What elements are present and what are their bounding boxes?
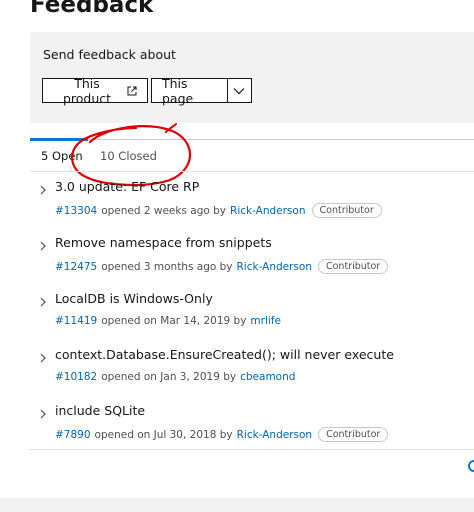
tab-closed[interactable]: 10 Closed xyxy=(100,149,157,163)
issue-title[interactable]: LocalDB is Windows-Only xyxy=(55,291,213,306)
this-product-button[interactable]: This product xyxy=(42,75,148,106)
list-item: 3.0 update: EF Core RP #13304 opened 2 w… xyxy=(30,172,474,228)
feedback-panel: Send feedback about This product This pa… xyxy=(30,32,474,123)
feedback-label: Send feedback about xyxy=(43,47,176,62)
tab-open[interactable]: 5 Open xyxy=(41,149,83,163)
issue-number-link[interactable]: #11419 xyxy=(55,315,97,327)
issue-author-link[interactable]: cbeamond xyxy=(240,371,295,383)
issue-author-link[interactable]: Rick-Anderson xyxy=(237,429,312,441)
issue-opened-text: opened on Jul 30, 2018 by xyxy=(94,428,233,441)
issue-number-link[interactable]: #7890 xyxy=(55,429,91,441)
chevron-right-icon[interactable] xyxy=(39,236,47,255)
issue-meta: #13304 opened 2 weeks ago by Rick-Anders… xyxy=(55,203,382,218)
contributor-badge: Contributor xyxy=(311,203,382,218)
issue-opened-text: opened 2 weeks ago by xyxy=(101,204,227,217)
issue-meta: #11419 opened on Mar 14, 2019 by mrlife xyxy=(55,315,281,327)
issue-number-link[interactable]: #12475 xyxy=(55,261,97,273)
issue-title[interactable]: 3.0 update: EF Core RP xyxy=(55,179,199,194)
issue-opened-text: opened 3 months ago by xyxy=(101,260,233,273)
issue-author-link[interactable]: Rick-Anderson xyxy=(230,205,305,217)
issue-title[interactable]: include SQLite xyxy=(55,403,145,418)
issue-list: 3.0 update: EF Core RP #13304 opened 2 w… xyxy=(30,171,474,450)
issue-title[interactable]: context.Database.EnsureCreated(); will n… xyxy=(55,347,394,362)
loading-spinner-icon xyxy=(468,460,474,472)
contributor-badge: Contributor xyxy=(318,427,389,442)
chevron-down-icon[interactable] xyxy=(228,79,251,102)
list-item: LocalDB is Windows-Only #11419 opened on… xyxy=(30,284,474,340)
issue-author-link[interactable]: mrlife xyxy=(250,315,281,327)
page-title: Feedback xyxy=(30,0,154,18)
issue-meta: #12475 opened 3 months ago by Rick-Ander… xyxy=(55,259,389,274)
issue-meta: #10182 opened on Jan 3, 2019 by cbeamond xyxy=(55,371,295,383)
list-item: context.Database.EnsureCreated(); will n… xyxy=(30,340,474,396)
issue-opened-text: opened on Jan 3, 2019 by xyxy=(101,371,237,383)
issue-number-link[interactable]: #13304 xyxy=(55,205,97,217)
chevron-right-icon[interactable] xyxy=(39,348,47,367)
list-item: Remove namespace from snippets #12475 op… xyxy=(30,228,474,284)
issue-tabs: 5 Open 10 Closed xyxy=(30,138,474,171)
this-product-label: This product xyxy=(62,75,112,106)
chevron-right-icon[interactable] xyxy=(39,292,47,311)
issue-author-link[interactable]: Rick-Anderson xyxy=(237,261,312,273)
chevron-right-icon[interactable] xyxy=(39,180,47,199)
issue-opened-text: opened on Mar 14, 2019 by xyxy=(101,315,247,327)
chevron-right-icon[interactable] xyxy=(39,404,47,423)
tab-divider xyxy=(88,139,474,140)
issue-number-link[interactable]: #10182 xyxy=(55,371,97,383)
this-page-button[interactable]: This page xyxy=(152,76,227,106)
contributor-badge: Contributor xyxy=(317,259,389,274)
this-page-split-button: This page xyxy=(151,76,252,106)
active-tab-indicator xyxy=(30,138,88,141)
issue-meta: #7890 opened on Jul 30, 2018 by Rick-And… xyxy=(55,427,389,442)
external-link-icon xyxy=(127,86,137,96)
footer-bar xyxy=(0,498,474,512)
list-item: include SQLite #7890 opened on Jul 30, 2… xyxy=(30,396,474,452)
issue-title[interactable]: Remove namespace from snippets xyxy=(55,235,272,250)
